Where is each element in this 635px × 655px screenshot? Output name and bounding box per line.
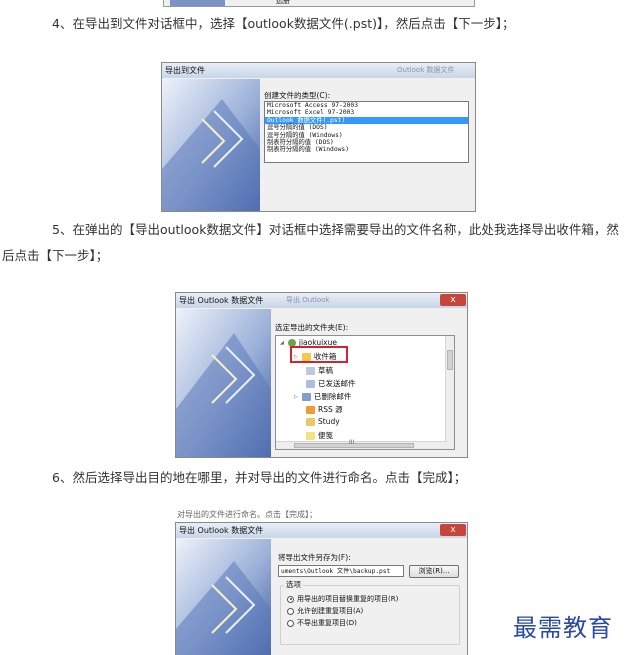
inbox-highlight-box [290, 346, 348, 363]
fragment-text: 选册 [276, 0, 290, 5]
cropped-caption-text: 对导出的文件进行命名。点击【完成】； [177, 510, 317, 519]
file-type-option[interactable]: 逗号分隔的值 (DOS) [265, 124, 468, 131]
radio-allow-duplicates[interactable]: 允许创建重复项目(A) [287, 606, 363, 616]
close-button[interactable]: x [440, 524, 466, 536]
tree-item-label: 草稿 [318, 366, 333, 375]
export-to-file-dialog: 导出到文件 Outlook 数据文件 创建文件的类型(C): Microsoft… [161, 62, 476, 212]
tree-item-label: Study [318, 417, 340, 426]
save-as-label: 将导出文件另存为(F): [278, 553, 351, 562]
export-outlook-folder-dialog: 导出 Outlook 数据文件 导出 Outlook x 选定导出的文件夹(E)… [175, 292, 468, 458]
file-type-option[interactable]: 逗号分隔的值 (Windows) [265, 132, 468, 139]
step-5-text: 5、在弹出的【导出outlook数据文件】对话框中选择需要导出的文件名称，此处我… [52, 222, 619, 237]
close-button[interactable]: x [440, 294, 466, 306]
wizard-art [176, 309, 271, 457]
file-type-option[interactable]: 制表符分隔的值 (Windows) [265, 146, 468, 153]
save-path-input[interactable]: uments\Outlook 文件\backup.pst [278, 565, 404, 577]
file-type-option[interactable]: Microsoft Access 97-2003 [265, 102, 468, 109]
study-folder-icon [306, 417, 315, 426]
file-type-list[interactable]: Microsoft Access 97-2003 Microsoft Excel… [264, 101, 469, 163]
tree-item-label: 便笺 [318, 431, 333, 440]
sent-folder-icon [306, 379, 315, 388]
radio-label: 用导出的项目替换重复的项目(R) [297, 595, 399, 603]
notes-folder-icon [306, 431, 315, 440]
options-group: 用导出的项目替换重复的项目(R) 允许创建重复项目(A) 不导出重复项目(D) [280, 585, 460, 645]
wizard-art [162, 79, 260, 211]
radio-label: 不导出重复项目(D) [297, 619, 357, 627]
step-6-text: 6、然后选择导出目的地在哪里，并对导出的文件进行命名。点击【完成】； [52, 470, 467, 485]
tree-item-study[interactable]: Study [306, 417, 340, 426]
file-type-label: 创建文件的类型(C): [264, 91, 331, 100]
rss-folder-icon [306, 405, 315, 414]
expand-arrow-icon[interactable]: ▷ [294, 394, 298, 400]
tree-item-drafts[interactable]: 草稿 [306, 365, 333, 376]
step-5-text-continued: 后点击【下一步】； [2, 248, 109, 263]
dialog-ghost-text: Outlook 数据文件 [397, 66, 455, 74]
vertical-scrollbar[interactable] [445, 336, 454, 449]
radio-replace-duplicates[interactable]: 用导出的项目替换重复的项目(R) [287, 594, 398, 604]
scroll-grip-icon: III [349, 439, 355, 446]
tree-item-rss[interactable]: RSS 源 [306, 404, 343, 415]
watermark-logo-text: 最需教育 [513, 614, 613, 642]
tree-item-deleted[interactable]: ▷ 已删除邮件 [294, 391, 351, 402]
collapse-arrow-icon[interactable]: ◢ [280, 340, 284, 346]
dialog-title: 导出 Outlook 数据文件 [176, 523, 467, 538]
step-4-text: 4、在导出到文件对话框中，选择【outlook数据文件(.pst)】，然后点击【… [52, 16, 515, 31]
options-group-label: 选项 [284, 579, 303, 590]
radio-selected-icon[interactable] [287, 595, 294, 603]
tree-item-label: 已删除邮件 [313, 392, 352, 401]
dialog-ghost-text: 导出 Outlook [286, 296, 330, 304]
scroll-thumb[interactable] [447, 350, 453, 370]
horizontal-scrollbar[interactable]: III [276, 439, 447, 449]
radio-icon[interactable] [287, 607, 294, 615]
browse-button[interactable]: 浏览(R)... [409, 565, 459, 578]
radio-no-duplicates[interactable]: 不导出重复项目(D) [287, 618, 357, 628]
export-outlook-save-dialog: 导出 Outlook 数据文件 x 将导出文件另存为(F): uments\Ou… [175, 522, 468, 655]
folder-select-label: 选定导出的文件夹(E): [275, 323, 349, 332]
folder-tree[interactable]: ◢ jiaokuixue ▷ 收件箱 草稿 已发送邮件 ▷ 已删除邮件 RSS … [275, 335, 455, 450]
trash-folder-icon [301, 392, 311, 401]
tree-item-notes[interactable]: 便笺 [306, 430, 333, 441]
file-type-option[interactable]: Microsoft Excel 97-2003 [265, 109, 468, 116]
radio-label: 允许创建重复项目(A) [297, 607, 364, 615]
wizard-art-fragment [170, 0, 225, 6]
tree-item-label: RSS 源 [318, 405, 343, 414]
radio-icon[interactable] [287, 619, 294, 627]
tree-item-sent[interactable]: 已发送邮件 [306, 378, 356, 389]
previous-dialog-fragment: 选册 [163, 0, 475, 7]
tree-item-label: 已发送邮件 [318, 379, 356, 388]
drafts-folder-icon [306, 366, 315, 375]
wizard-art [176, 539, 271, 655]
